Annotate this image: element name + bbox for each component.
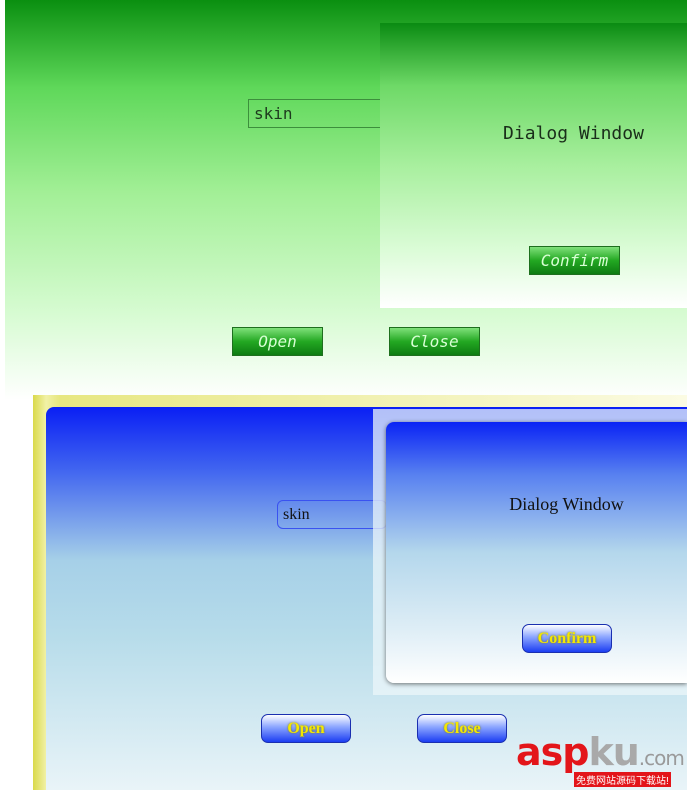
green-confirm-button[interactable]: Confirm: [529, 246, 620, 275]
watermark-suffix: .com: [638, 746, 685, 770]
blue-dialog-window: Dialog Window Confirm: [386, 422, 687, 683]
blue-open-button[interactable]: Open: [261, 714, 351, 743]
green-dialog-title: Dialog Window: [503, 123, 644, 144]
blue-skin-input[interactable]: [277, 500, 387, 529]
green-open-button[interactable]: Open: [232, 327, 323, 356]
blue-confirm-button[interactable]: Confirm: [522, 624, 612, 653]
blue-close-button[interactable]: Close: [417, 714, 507, 743]
watermark-part2: ku: [588, 730, 639, 774]
green-skin-input[interactable]: [248, 99, 388, 128]
green-close-button[interactable]: Close: [389, 327, 480, 356]
green-dialog-window: Dialog Window Confirm: [380, 23, 687, 308]
watermark-part1: asp: [516, 730, 589, 774]
watermark-tagline: 免费网站源码下载站!: [574, 772, 671, 787]
blue-dialog-title: Dialog Window: [509, 494, 624, 514]
aspku-watermark-logo: aspku.com 免费网站源码下载站!: [516, 730, 687, 790]
watermark-wordmark: aspku.com: [516, 730, 685, 774]
